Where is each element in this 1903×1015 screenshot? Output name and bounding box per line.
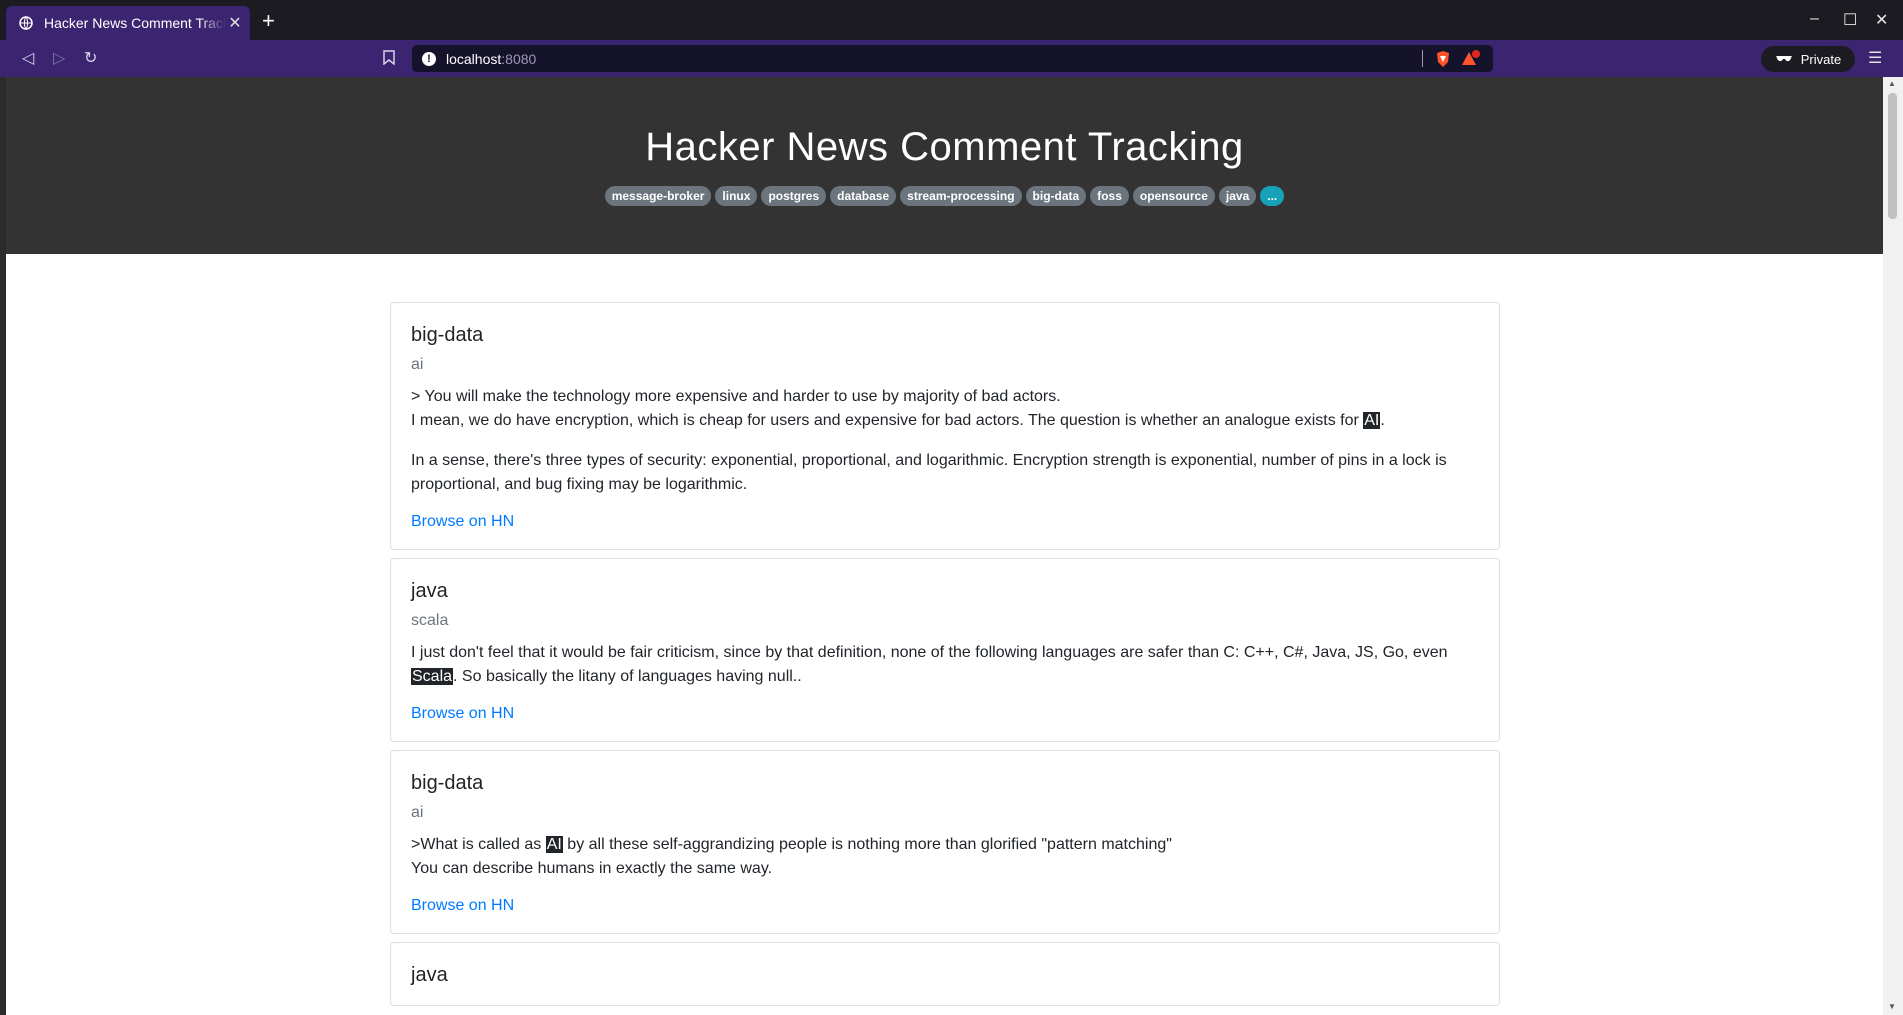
card-keyword: ai — [411, 356, 424, 373]
tab-bar: Hacker News Comment Tracking ✕ + – ☐ ✕ — [0, 0, 1903, 40]
comment-text-segment: . — [1380, 412, 1385, 429]
browse-on-hn-link[interactable]: Browse on HN — [411, 705, 514, 722]
reload-icon[interactable]: ↻ — [84, 48, 97, 68]
comment-text: In a sense, there's three types of secur… — [411, 449, 1479, 497]
tag-badge[interactable]: message-broker — [604, 186, 712, 206]
globe-icon — [18, 15, 34, 31]
card-category: big-data — [411, 324, 484, 346]
comment-text: > You will make the technology more expe… — [411, 385, 1479, 433]
tag-badge[interactable]: stream-processing — [900, 186, 1022, 206]
tag-badge[interactable]: linux — [715, 186, 758, 206]
comment-text: I just don't feel that it would be fair … — [411, 641, 1479, 689]
browse-on-hn-link[interactable]: Browse on HN — [411, 513, 514, 530]
url-host: localhost — [446, 50, 502, 67]
tag-badge[interactable]: database — [830, 186, 897, 206]
comment-card: java — [390, 942, 1500, 1006]
page-scrollbar[interactable]: ▲ ▼ — [1883, 77, 1903, 1015]
card-keyword: ai — [411, 804, 424, 821]
site-info-icon[interactable]: ! — [422, 51, 436, 66]
keyword-highlight: Scala — [411, 668, 454, 685]
browser-tab[interactable]: Hacker News Comment Tracking ✕ — [6, 6, 250, 40]
comment-card: java scala I just don't feel that it would… — [390, 558, 1500, 742]
private-label: Private — [1800, 51, 1842, 67]
more-tags-badge[interactable]: ... — [1260, 186, 1285, 206]
tab-close-icon[interactable]: ✕ — [226, 13, 244, 33]
private-window-badge[interactable]: Private — [1761, 46, 1855, 72]
scroll-down-icon[interactable]: ▼ — [1888, 1002, 1896, 1011]
new-tab-icon[interactable]: + — [262, 10, 275, 32]
comment-text-segment: I just don't feel that it would be fair … — [411, 644, 1448, 661]
tag-badge[interactable]: postgres — [761, 186, 827, 206]
tag-badge[interactable]: big-data — [1025, 186, 1087, 206]
scrollbar-thumb[interactable] — [1888, 93, 1897, 219]
scroll-up-icon[interactable]: ▲ — [1888, 79, 1896, 88]
comment-text-segment: > You will make the technology more expe… — [411, 388, 1359, 429]
brave-shield-icon[interactable] — [1435, 50, 1451, 71]
comment-card: big-data ai > You will make the technology… — [390, 302, 1500, 550]
forward-icon[interactable]: ▷ — [53, 48, 65, 68]
comment-text-segment: . So basically the litany of languages h… — [453, 668, 802, 685]
card-keyword: scala — [411, 612, 449, 629]
maximize-icon[interactable]: ☐ — [1843, 10, 1857, 30]
tab-title: Hacker News Comment Tracking — [44, 15, 226, 31]
minimize-icon[interactable]: – — [1810, 10, 1819, 28]
url-port: :8080 — [501, 50, 537, 67]
page-viewport: Hacker News Comment Tracking message-bro… — [6, 77, 1883, 1015]
card-category: java — [411, 964, 448, 986]
page-header: Hacker News Comment Tracking message-bro… — [6, 77, 1883, 254]
keyword-highlight: AI — [1363, 412, 1381, 429]
window-close-icon[interactable]: ✕ — [1875, 10, 1888, 30]
card-category: big-data — [411, 772, 484, 794]
bookmark-icon[interactable] — [383, 50, 395, 70]
comment-card: big-data ai >What is called as AI by all t… — [390, 750, 1500, 934]
brave-rewards-icon[interactable] — [1461, 50, 1481, 71]
comment-text-segment: In a sense, there's three types of secur… — [411, 452, 1447, 493]
address-bar[interactable]: ! localhost:8080 — [412, 45, 1493, 72]
comment-text-segment: >What is called as — [411, 836, 546, 853]
browser-toolbar: ◁ ▷ ↻ ! localhost:8080 Private ☰ — [0, 40, 1903, 77]
menu-icon[interactable]: ☰ — [1868, 48, 1882, 68]
comment-list: big-data ai > You will make the technology… — [390, 302, 1500, 1014]
tag-badge[interactable]: opensource — [1132, 186, 1215, 206]
card-category: java — [411, 580, 448, 602]
browse-on-hn-link[interactable]: Browse on HN — [411, 897, 514, 914]
back-icon[interactable]: ◁ — [22, 48, 34, 68]
keyword-highlight: AI — [545, 836, 563, 853]
tag-badge[interactable]: foss — [1090, 186, 1129, 206]
comment-text: >What is called as AI by all these self-… — [411, 833, 1479, 881]
tag-list: message-broker linux postgres database s… — [6, 186, 1883, 206]
private-glasses-icon — [1775, 52, 1793, 67]
tag-badge[interactable]: java — [1218, 186, 1257, 206]
page-title: Hacker News Comment Tracking — [645, 125, 1244, 169]
url-divider — [1422, 50, 1423, 67]
